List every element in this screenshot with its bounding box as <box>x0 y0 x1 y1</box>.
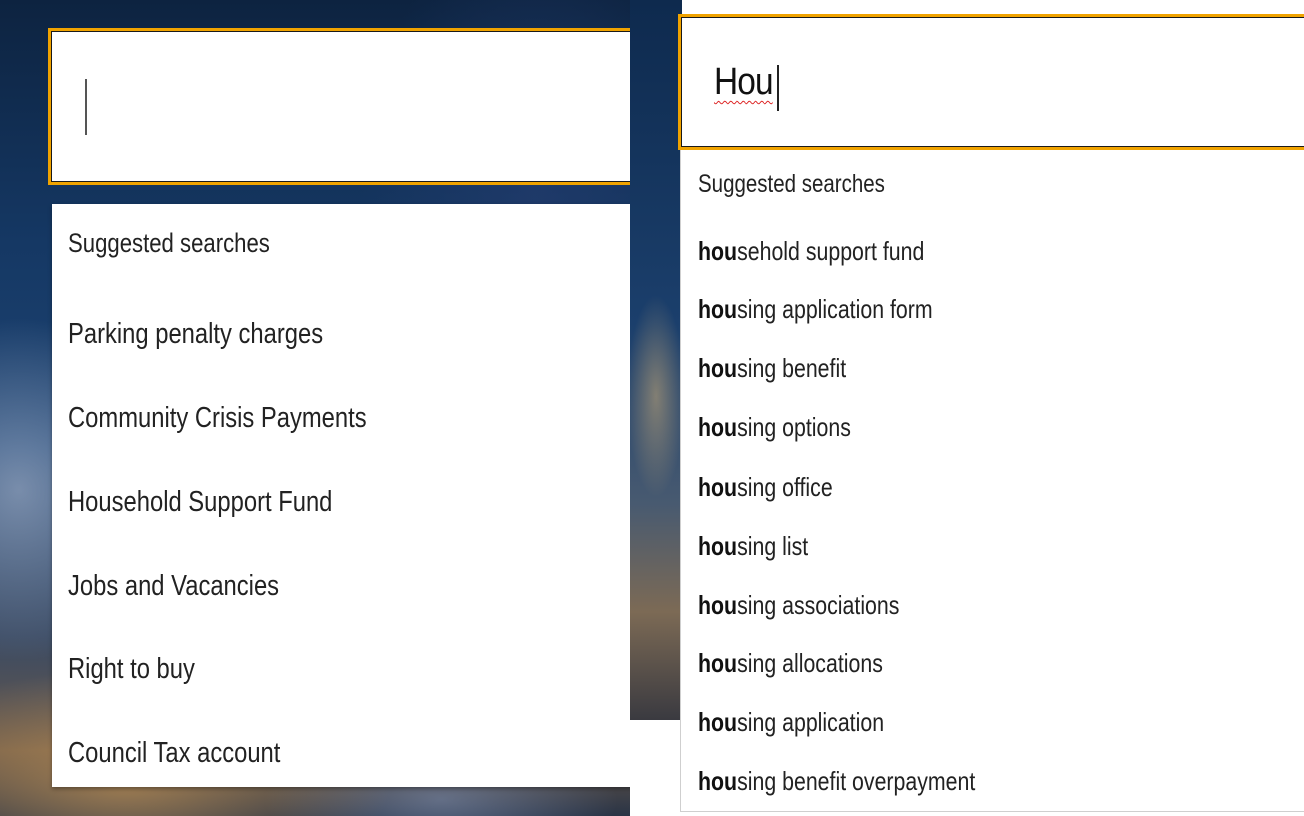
empty-search-panel: Suggested searches Parking penalty charg… <box>0 0 630 816</box>
suggestion-item[interactable]: household support fund <box>698 236 924 267</box>
suggestion-item[interactable]: housing benefit overpayment <box>698 766 975 797</box>
suggestion-item[interactable]: housing application <box>698 707 884 738</box>
suggestion-item[interactable]: Right to buy <box>68 653 195 686</box>
suggestions-dropdown: Suggested searches household support fun… <box>680 150 1304 812</box>
suggestion-item[interactable]: Jobs and Vacancies <box>68 570 279 603</box>
suggestions-dropdown: Suggested searches Parking penalty charg… <box>52 204 630 787</box>
suggestion-item[interactable]: Council Tax account <box>68 737 280 770</box>
suggestion-item[interactable]: housing application form <box>698 294 933 325</box>
suggestion-item[interactable]: housing list <box>698 531 808 562</box>
suggestion-item[interactable]: housing associations <box>698 590 899 621</box>
search-input[interactable] <box>48 28 630 185</box>
suggestion-item[interactable]: Household Support Fund <box>68 486 332 519</box>
text-cursor <box>777 65 779 111</box>
suggestion-item[interactable]: housing options <box>698 412 851 443</box>
suggestion-item[interactable]: housing benefit <box>698 353 846 384</box>
suggested-searches-heading: Suggested searches <box>698 170 885 198</box>
suggestion-item[interactable]: housing office <box>698 472 833 503</box>
suggested-searches-heading: Suggested searches <box>68 228 270 258</box>
suggestion-item[interactable]: Community Crisis Payments <box>68 402 367 435</box>
text-cursor <box>85 79 87 135</box>
background-image <box>630 0 682 720</box>
suggestion-item[interactable]: housing allocations <box>698 648 883 679</box>
typed-search-panel: Hou Suggested searches household support… <box>630 0 1304 816</box>
search-input[interactable]: Hou <box>678 14 1304 150</box>
search-input-value: Hou <box>714 61 774 103</box>
suggestion-item[interactable]: Parking penalty charges <box>68 318 323 351</box>
